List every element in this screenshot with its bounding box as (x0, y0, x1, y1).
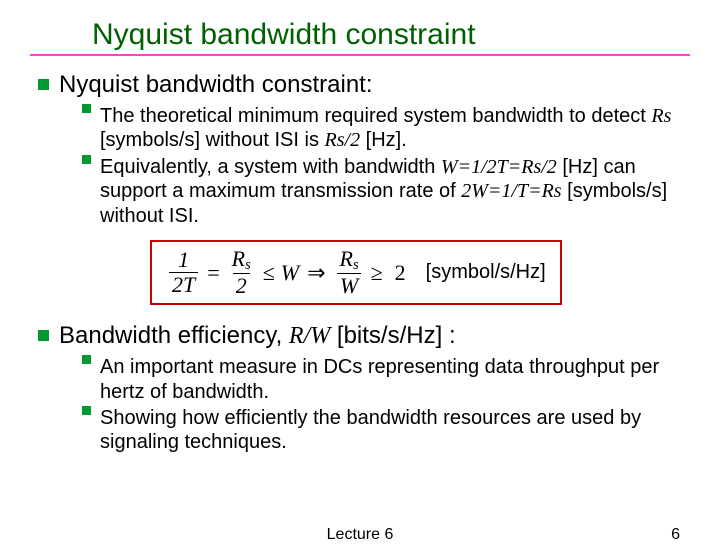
geq-sign: ≥ (371, 260, 383, 286)
equation-box: 12T = Rs2 ≤ W ⇒ RsW ≥ 2 [symbol/s/Hz] (150, 240, 562, 305)
bullet-icon (82, 155, 91, 164)
number-2: 2 (395, 260, 406, 286)
section-2-item-2: Showing how efficiently the bandwidth re… (82, 406, 690, 455)
bullet-icon (38, 79, 49, 90)
section-1-text: Nyquist bandwidth constraint: (59, 71, 373, 98)
equation: 12T = Rs2 ≤ W ⇒ RsW ≥ 2 [symbol/s/Hz] (166, 248, 546, 297)
bullet-icon (82, 104, 91, 113)
section-1-heading: Nyquist bandwidth constraint: (38, 70, 690, 100)
item-text: Showing how efficiently the bandwidth re… (100, 406, 690, 455)
bullet-icon (82, 355, 91, 364)
item-text: The theoretical minimum required system … (100, 104, 690, 153)
footer-center: Lecture 6 (327, 526, 394, 544)
footer-page-number: 6 (671, 526, 680, 544)
bullet-icon (82, 406, 91, 415)
section-1-item-2: Equivalently, a system with bandwidth W=… (82, 155, 690, 228)
item-text: An important measure in DCs representing… (100, 355, 690, 404)
leq-sign: ≤ (263, 260, 275, 286)
bullet-icon (38, 330, 49, 341)
section-2-item-1: An important measure in DCs representing… (82, 355, 690, 404)
fraction-1: 12T (169, 249, 198, 296)
title-underline (30, 54, 690, 56)
slide: Nyquist bandwidth constraint Nyquist ban… (0, 0, 720, 540)
arrow-icon: ⇒ (307, 260, 325, 286)
section-2-text: Bandwidth efficiency, R/W [bits/s/Hz] : (59, 322, 456, 349)
slide-title: Nyquist bandwidth constraint (92, 18, 690, 52)
variable-w: W (281, 260, 299, 286)
equation-unit: [symbol/s/Hz] (426, 261, 546, 284)
fraction-3: RsW (337, 248, 362, 297)
item-text: Equivalently, a system with bandwidth W=… (100, 155, 690, 228)
equals-sign: = (207, 260, 219, 286)
fraction-2: Rs2 (229, 248, 254, 297)
section-2-heading: Bandwidth efficiency, R/W [bits/s/Hz] : (38, 321, 690, 351)
section-1-item-1: The theoretical minimum required system … (82, 104, 690, 153)
